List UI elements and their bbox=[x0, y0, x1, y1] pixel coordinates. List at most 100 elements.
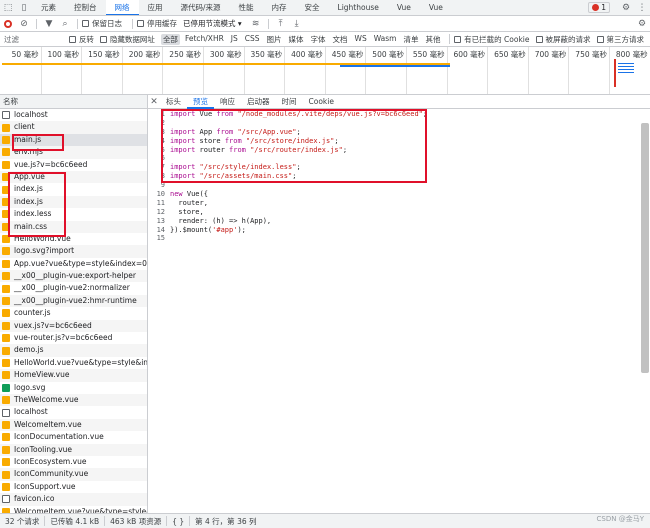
invert-checkbox[interactable]: 反转 bbox=[68, 34, 94, 45]
request-name: HomeView.vue bbox=[14, 370, 70, 380]
filter-type-4[interactable]: 图片 bbox=[265, 34, 284, 45]
request-row[interactable]: WelcomeItem.vue bbox=[0, 418, 147, 432]
script-icon bbox=[2, 272, 10, 281]
close-icon[interactable]: ✕ bbox=[148, 95, 160, 110]
tab-7[interactable]: 安全 bbox=[296, 0, 329, 15]
request-row[interactable]: IconSupport.vue bbox=[0, 481, 147, 493]
script-icon bbox=[2, 284, 10, 293]
filter-type-5[interactable]: 媒体 bbox=[287, 34, 306, 45]
highlight-imported-files bbox=[8, 172, 66, 237]
request-row[interactable]: WelcomeItem.vue?vue&type=style&ind... bbox=[0, 506, 147, 513]
request-row[interactable]: IconEcosystem.vue bbox=[0, 456, 147, 468]
filter-type-6[interactable]: 字体 bbox=[309, 34, 328, 45]
request-row[interactable]: HelloWorld.vue?vue&type=style&index... bbox=[0, 357, 147, 369]
import-icon[interactable]: ⤒ bbox=[273, 16, 289, 31]
request-row[interactable]: IconTooling.vue bbox=[0, 443, 147, 456]
error-count: 1 bbox=[601, 3, 606, 12]
third-party-checkbox[interactable]: 第三方请求 bbox=[596, 34, 644, 45]
request-row[interactable]: counter.js bbox=[0, 307, 147, 319]
name-column-header[interactable]: 名称 bbox=[0, 95, 147, 109]
clear-icon[interactable]: ⊘ bbox=[16, 16, 32, 31]
pretty-print-icon[interactable]: { } bbox=[167, 517, 189, 526]
request-row[interactable]: demo.js bbox=[0, 344, 147, 357]
timeline-overview[interactable]: 50 毫秒 100 毫秒 150 毫秒 200 毫秒 250 毫秒 300 毫秒 350 毫… bbox=[0, 47, 650, 95]
request-row[interactable]: localhost bbox=[0, 406, 147, 418]
filter-type-8[interactable]: WS bbox=[353, 34, 369, 45]
request-rows: localhost client main.js env.mjs vue.js?v=bc… bbox=[0, 109, 147, 513]
request-row[interactable]: __x00__plugin-vue2:hmr-runtime bbox=[0, 294, 147, 308]
filter-type-9[interactable]: Wasm bbox=[372, 34, 399, 45]
request-row[interactable]: __x00__plugin-vue:export-helper bbox=[0, 270, 147, 283]
blocked-requests-checkbox[interactable]: 被屏蔽的请求 bbox=[535, 34, 591, 45]
more-icon[interactable]: ⋮ bbox=[634, 0, 650, 15]
tab-1[interactable]: 控制台 bbox=[65, 0, 106, 15]
tab-5[interactable]: 性能 bbox=[230, 0, 263, 15]
request-row[interactable]: IconDocumentation.vue bbox=[0, 431, 147, 443]
request-row[interactable]: logo.svg?import bbox=[0, 245, 147, 258]
request-row[interactable]: __x00__plugin-vue2:normalizer bbox=[0, 282, 147, 294]
device-icon[interactable]: ▯ bbox=[16, 0, 32, 15]
inspect-icon[interactable]: ⬚ bbox=[0, 0, 16, 15]
network-settings-icon[interactable]: ⚙ bbox=[634, 16, 650, 31]
wifi-icon[interactable]: ≋ bbox=[248, 16, 264, 31]
request-row[interactable]: vue.js?v=bc6c6eed bbox=[0, 159, 147, 171]
script-icon bbox=[2, 445, 10, 454]
filter-type-10[interactable]: 清单 bbox=[401, 34, 420, 45]
filter-type-11[interactable]: 其他 bbox=[423, 34, 442, 45]
scrollbar[interactable] bbox=[641, 123, 649, 373]
request-row[interactable]: logo.svg bbox=[0, 382, 147, 394]
request-row[interactable]: IconCommunity.vue bbox=[0, 468, 147, 481]
detail-tab-4[interactable]: 时间 bbox=[276, 95, 303, 109]
filter-type-7[interactable]: 文档 bbox=[331, 34, 350, 45]
highlight-main-js bbox=[12, 134, 64, 151]
preserve-log-checkbox[interactable]: 保留日志 bbox=[82, 18, 122, 29]
filter-input[interactable]: 过滤 bbox=[0, 34, 69, 45]
script-icon bbox=[2, 135, 10, 144]
request-row[interactable]: HomeView.vue bbox=[0, 369, 147, 382]
export-icon[interactable]: ⤓ bbox=[289, 16, 305, 31]
search-icon[interactable]: ⌕ bbox=[57, 16, 73, 31]
request-row[interactable]: client bbox=[0, 121, 147, 134]
record-icon[interactable] bbox=[0, 16, 16, 31]
tab-9[interactable]: Vue bbox=[388, 0, 420, 15]
detail-tab-1[interactable]: 预览 bbox=[187, 95, 214, 109]
detail-tab-5[interactable]: Cookie bbox=[303, 95, 340, 109]
timeline-tick: 150 毫秒 bbox=[88, 47, 123, 94]
request-row[interactable]: vue-router.js?v=bc6c6eed bbox=[0, 332, 147, 344]
tab-4[interactable]: 源代码/来源 bbox=[172, 0, 230, 15]
filter-type-2[interactable]: JS bbox=[229, 34, 240, 45]
line-number: 10 bbox=[156, 190, 165, 199]
tab-3[interactable]: 应用 bbox=[139, 0, 172, 15]
filter-type-1[interactable]: Fetch/XHR bbox=[183, 34, 226, 45]
filter-icon[interactable]: ▼ bbox=[41, 16, 57, 31]
throttle-select[interactable]: 已停用节流模式 ▾ bbox=[183, 18, 242, 29]
settings-icon[interactable]: ⚙ bbox=[618, 0, 634, 15]
timeline-tick-label: 700 毫秒 bbox=[534, 50, 567, 59]
request-row[interactable]: App.vue?vue&type=style&index=0&sc... bbox=[0, 258, 147, 270]
detail-tab-3[interactable]: 启动器 bbox=[241, 95, 276, 109]
tab-6[interactable]: 内存 bbox=[263, 0, 296, 15]
request-row[interactable]: TheWelcome.vue bbox=[0, 393, 147, 407]
request-name: IconCommunity.vue bbox=[14, 469, 89, 479]
tab-8[interactable]: Lighthouse bbox=[329, 0, 388, 15]
tab-0[interactable]: 元素 bbox=[32, 0, 65, 15]
timeline-tick: 250 毫秒 bbox=[169, 47, 204, 94]
error-badge[interactable]: 1 bbox=[588, 2, 610, 13]
timeline-tick-label: 150 毫秒 bbox=[88, 50, 120, 59]
code-text: new Vue({ bbox=[170, 190, 208, 199]
request-row[interactable]: localhost bbox=[0, 109, 147, 121]
code-text: store, bbox=[170, 207, 204, 216]
request-name: localhost bbox=[14, 407, 48, 417]
filter-type-0[interactable]: 全部 bbox=[160, 33, 180, 45]
filter-type-3[interactable]: CSS bbox=[243, 34, 262, 45]
disable-cache-checkbox[interactable]: 停用缓存 bbox=[137, 18, 177, 29]
tab-2[interactable]: 网络 bbox=[105, 0, 139, 15]
tab-10[interactable]: Vue bbox=[420, 0, 452, 15]
request-row[interactable]: vuex.js?v=bc6c6eed bbox=[0, 319, 147, 333]
detail-tab-2[interactable]: 响应 bbox=[214, 95, 241, 109]
request-name: WelcomeItem.vue bbox=[14, 419, 82, 429]
request-row[interactable]: favicon.ico bbox=[0, 493, 147, 506]
hide-data-url-checkbox[interactable]: 隐藏数据网址 bbox=[99, 34, 155, 45]
blocked-cookie-checkbox[interactable]: 有已拦截的 Cookie bbox=[454, 34, 530, 45]
detail-tab-0[interactable]: 标头 bbox=[160, 95, 187, 109]
